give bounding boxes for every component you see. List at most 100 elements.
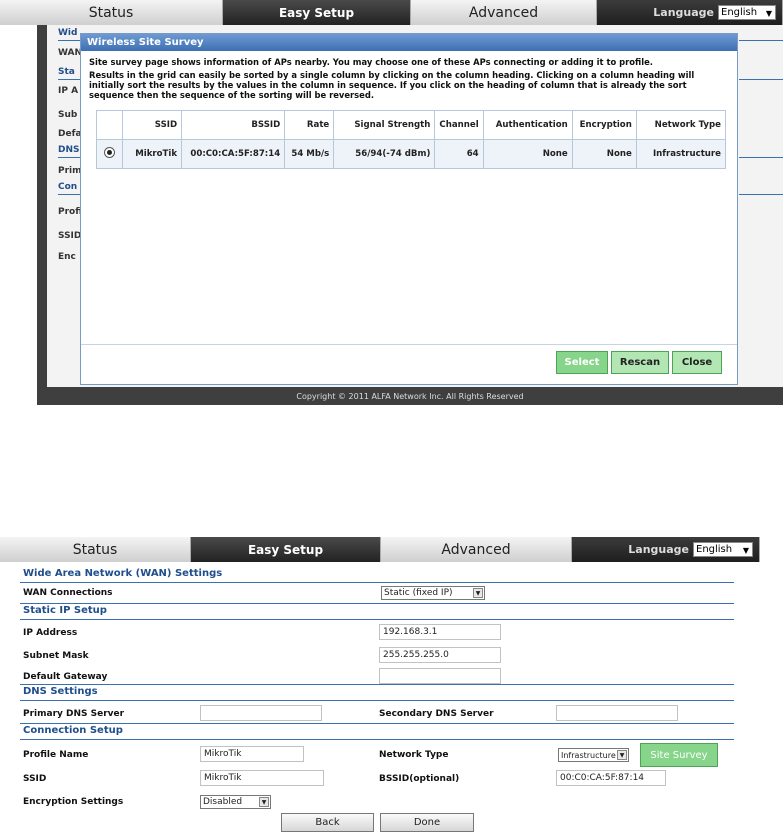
- bg-label: Wid: [58, 28, 78, 38]
- bg-label: SSID: [58, 231, 82, 241]
- language-label: Language: [653, 6, 714, 19]
- cell-encryption: None: [571, 139, 637, 169]
- column-header-ssid[interactable]: SSID: [122, 110, 183, 140]
- wan-connections-value: Static (fixed IP): [384, 588, 453, 598]
- bssid-input[interactable]: 00:C0:CA:5F:87:14: [556, 770, 666, 786]
- rescan-button[interactable]: Rescan: [611, 351, 669, 374]
- divider: [739, 79, 783, 80]
- site-survey-button[interactable]: Site Survey: [640, 743, 718, 767]
- divider: [58, 40, 82, 41]
- divider: [20, 603, 734, 604]
- table-row[interactable]: MikroTik 00:C0:CA:5F:87:14 54 Mb/s 56/94…: [95, 139, 727, 169]
- tab-easy-setup[interactable]: Easy Setup: [223, 0, 411, 25]
- sort-help-text: Results in the grid can easily be sorted…: [89, 70, 695, 100]
- profile-name-label: Profile Name: [23, 750, 89, 760]
- tab-advanced[interactable]: Advanced: [381, 537, 572, 562]
- select-column-header: [95, 110, 124, 140]
- bg-label: Con: [58, 182, 78, 192]
- select-button[interactable]: Select: [556, 351, 608, 374]
- divider: [20, 700, 734, 701]
- network-type-select[interactable]: Infrastructure ▼: [558, 748, 629, 762]
- done-button[interactable]: Done: [380, 813, 474, 832]
- tab-advanced[interactable]: Advanced: [411, 0, 597, 25]
- wan-connections-label: WAN Connections: [23, 588, 113, 598]
- tab-status[interactable]: Status: [0, 537, 191, 562]
- encryption-settings-label: Encryption Settings: [23, 797, 124, 807]
- column-header-network-type[interactable]: Network Type: [635, 110, 727, 140]
- encryption-value: Disabled: [203, 797, 243, 807]
- divider: [58, 157, 82, 158]
- back-button[interactable]: Back: [281, 813, 374, 832]
- cell-network-type: Infrastructure: [635, 139, 727, 169]
- cell-ssid: MikroTik: [122, 139, 183, 169]
- wan-connections-select[interactable]: Static (fixed IP) ▼: [381, 586, 485, 600]
- bg-label: WAN: [58, 48, 83, 58]
- column-header-signal[interactable]: Signal Strength: [333, 110, 436, 140]
- column-header-encryption[interactable]: Encryption: [571, 110, 637, 140]
- column-header-rate[interactable]: Rate: [284, 110, 335, 140]
- radio-selected-icon[interactable]: [104, 147, 116, 158]
- dialog-description: Site survey page shows information of AP…: [81, 51, 737, 100]
- cell-rate: 54 Mb/s: [284, 139, 335, 169]
- bssid-label: BSSID(optional): [379, 774, 460, 784]
- divider: [58, 194, 82, 195]
- encryption-settings-select[interactable]: Disabled ▼: [200, 795, 271, 809]
- network-type-label: Network Type: [379, 750, 449, 760]
- section-title-dns: DNS Settings: [23, 686, 98, 697]
- easy-setup-screenshot: Status Easy Setup Advanced Language Engl…: [0, 537, 783, 837]
- profile-name-input[interactable]: MikroTik: [200, 746, 304, 762]
- bg-label: Defa: [58, 129, 82, 139]
- grid-header-row: SSID BSSID Rate Signal Strength Channel …: [95, 110, 727, 140]
- site-survey-screenshot: Status Easy Setup Advanced Language Engl…: [0, 0, 783, 405]
- bg-label: Prim: [58, 166, 82, 176]
- subnet-mask-label: Subnet Mask: [23, 651, 89, 661]
- cell-authentication: None: [482, 139, 573, 169]
- row-select-cell[interactable]: [95, 139, 124, 169]
- language-bar: Language English ▼: [572, 537, 760, 562]
- language-value: English: [696, 544, 733, 555]
- divider: [20, 582, 734, 583]
- divider: [58, 79, 82, 80]
- ssid-label: SSID: [23, 774, 47, 784]
- cell-signal: 56/94(-74 dBm): [333, 139, 436, 169]
- default-gateway-label: Default Gateway: [23, 672, 108, 682]
- network-type-value: Infrastructure: [561, 750, 616, 760]
- top-nav: Status Easy Setup Advanced Language Engl…: [0, 0, 783, 25]
- divider: [739, 157, 783, 158]
- dialog-title: Wireless Site Survey: [81, 34, 737, 51]
- column-header-channel[interactable]: Channel: [434, 110, 484, 140]
- column-header-authentication[interactable]: Authentication: [482, 110, 573, 140]
- divider: [20, 619, 734, 620]
- language-select[interactable]: English ▼: [718, 5, 776, 20]
- top-nav: Status Easy Setup Advanced Language Engl…: [0, 537, 760, 562]
- column-header-bssid[interactable]: BSSID: [181, 110, 286, 140]
- section-title-static-ip: Static IP Setup: [23, 605, 107, 616]
- language-bar: Language English ▼: [597, 0, 783, 25]
- language-select[interactable]: English ▼: [693, 542, 753, 557]
- primary-dns-label: Primary DNS Server: [23, 709, 125, 719]
- default-gateway-input[interactable]: [379, 668, 501, 684]
- primary-dns-input[interactable]: [200, 705, 322, 721]
- chevron-down-icon: ▼: [259, 797, 269, 807]
- bg-label: Sta: [58, 67, 75, 77]
- dialog-footer-divider: [81, 344, 737, 345]
- bg-label: DNS: [58, 145, 80, 155]
- ip-address-input[interactable]: 192.168.3.1: [379, 624, 501, 640]
- bg-label: Profi: [58, 207, 82, 217]
- settings-form: Wide Area Network (WAN) Settings WAN Con…: [0, 562, 760, 837]
- divider: [739, 40, 783, 41]
- bg-label: Enc: [58, 252, 76, 262]
- secondary-dns-input[interactable]: [556, 705, 678, 721]
- tab-status[interactable]: Status: [0, 0, 223, 25]
- site-survey-dialog: Wireless Site Survey Site survey page sh…: [80, 33, 738, 385]
- close-button[interactable]: Close: [672, 351, 722, 374]
- divider: [20, 723, 734, 724]
- ssid-input[interactable]: MikroTik: [200, 770, 324, 786]
- chevron-down-icon: ▼: [473, 588, 483, 598]
- subnet-mask-input[interactable]: 255.255.255.0: [379, 647, 501, 663]
- copyright-footer: Copyright © 2011 ALFA Network Inc. All R…: [37, 387, 783, 405]
- ip-address-label: IP Address: [23, 628, 78, 638]
- tab-easy-setup[interactable]: Easy Setup: [191, 537, 381, 562]
- ap-grid: SSID BSSID Rate Signal Strength Channel …: [95, 110, 727, 169]
- language-value: English: [721, 7, 758, 18]
